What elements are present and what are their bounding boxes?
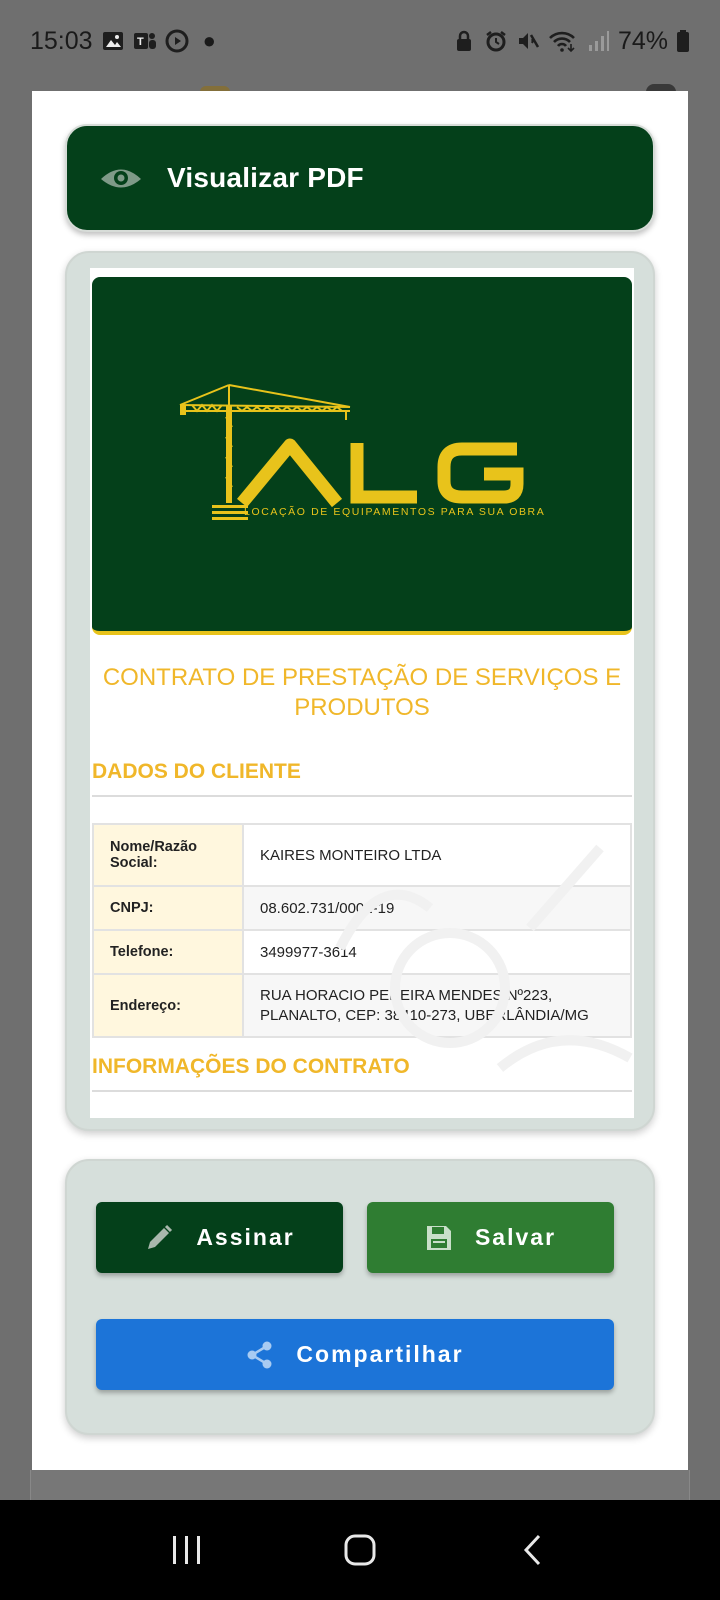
pdf-page[interactable]: LOCAÇÃO DE EQUIPAMENTOS PARA SUA OBRA CO… [90,268,634,1118]
gallery-icon [102,32,123,50]
table-row: Endereço: RUA HORACIO PEREIRA MENDES Nº2… [92,973,632,1038]
row-value: KAIRES MONTEIRO LTDA [242,823,632,887]
back-icon [524,1534,541,1566]
row-label: Endereço: [92,973,244,1038]
floppy-disk-icon [426,1225,451,1250]
media-icon [165,29,189,53]
row-label: Nome/Razão Social: [92,823,244,887]
recent-apps-icon [172,1536,200,1564]
company-logo-banner: LOCAÇÃO DE EQUIPAMENTOS PARA SUA OBRA [92,277,632,635]
dialog-header: Visualizar PDF [65,124,655,232]
pencil-icon [148,1224,173,1249]
status-right: 74% [452,27,690,56]
save-button[interactable]: Salvar [367,1202,614,1273]
table-row: Telefone: 3499977-3614 [92,929,632,975]
status-bar: 15:03 T ● 74% [0,0,720,82]
signal-icon [588,31,609,51]
save-button-label: Salvar [474,1224,557,1250]
section-divider [92,1090,632,1092]
row-label: CNPJ: [92,885,244,931]
contract-title: CONTRATO DE PRESTAÇÃO DE SERVIÇOS E PROD… [102,664,622,721]
teams-icon: T [133,33,156,49]
recent-apps-button[interactable] [157,1525,217,1575]
logo-tagline: LOCAÇÃO DE EQUIPAMENTOS PARA SUA OBRA [244,505,545,518]
battery-icon [677,30,689,52]
system-navigation-bar [0,1500,720,1600]
table-row: Nome/Razão Social: KAIRES MONTEIRO LTDA [92,823,632,887]
back-button[interactable] [503,1525,563,1575]
sign-button-label: Assinar [196,1224,295,1250]
svg-text:T: T [137,36,144,48]
alarm-icon [486,31,506,52]
client-data-table: Nome/Razão Social: KAIRES MONTEIRO LTDA … [92,823,632,1038]
eye-icon [101,169,141,188]
share-button-label: Compartilhar [296,1341,464,1367]
row-value: 08.602.731/0001-19 [242,885,632,931]
mute-icon [518,33,540,49]
wifi-icon [549,31,575,53]
row-value: 3499977-3614 [242,929,632,975]
pdf-preview-dialog: Visualizar PDF LOCAÇÃO DE EQUIPAMENTOS P… [32,91,688,1471]
home-button[interactable] [330,1525,390,1575]
row-value: RUA HORACIO PEREIRA MENDES Nº223, PLANAL… [242,973,632,1038]
pdf-preview-card[interactable]: LOCAÇÃO DE EQUIPAMENTOS PARA SUA OBRA CO… [65,251,655,1131]
home-icon [344,1534,376,1566]
alg-crane-logo: LOCAÇÃO DE EQUIPAMENTOS PARA SUA OBRA [179,384,545,520]
battery-percentage: 74% [617,26,668,55]
contract-info-section-title: INFORMAÇÕES DO CONTRATO [92,1055,410,1078]
share-button[interactable]: Compartilhar [96,1319,614,1390]
table-row: CNPJ: 08.602.731/0001-19 [92,885,632,931]
background-peek [30,1470,690,1500]
row-label: Telefone: [92,929,244,975]
dot-icon: ● [202,28,216,53]
dialog-title: Visualizar PDF [167,162,364,193]
lock-icon [456,30,471,51]
status-left: 15:03 T ● [30,27,216,56]
client-section-title: DADOS DO CLIENTE [92,760,301,783]
share-icon [247,1341,272,1368]
section-divider [92,795,632,797]
actions-panel: Assinar Salvar Compartilhar [65,1159,655,1435]
status-time: 15:03 [30,26,93,55]
sign-button[interactable]: Assinar [96,1202,343,1273]
